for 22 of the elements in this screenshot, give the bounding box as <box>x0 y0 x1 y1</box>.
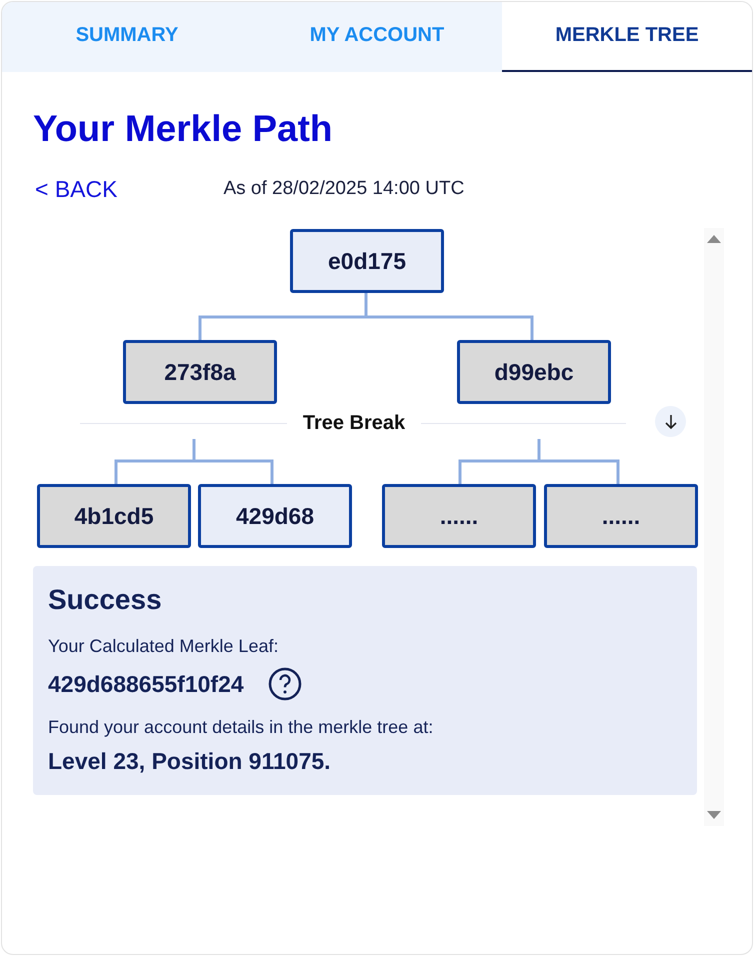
page-title: Your Merkle Path <box>33 108 334 150</box>
tree-node: ...... <box>382 484 536 548</box>
found-label: Found your account details in the merkle tree at: <box>48 717 434 738</box>
result-title: Success <box>48 584 163 616</box>
scrollbar[interactable] <box>704 228 724 826</box>
leaf-label: Your Calculated Merkle Leaf: <box>48 636 280 657</box>
down-arrow-icon <box>664 414 678 430</box>
scroll-down-button[interactable] <box>655 406 686 437</box>
help-icon[interactable] <box>268 667 302 701</box>
as-of-date: As of 28/02/2025 14:00 UTC <box>223 178 464 200</box>
leaf-value: 429d688655f10f24 <box>48 670 244 698</box>
tree-node: 4b1cd5 <box>37 484 191 548</box>
tree-node: 429d68 <box>198 484 352 548</box>
back-link[interactable]: < BACK <box>35 176 118 202</box>
scroll-down-icon[interactable] <box>707 811 721 820</box>
found-value: Level 23, Position 911075. <box>48 748 332 775</box>
scroll-up-icon[interactable] <box>707 234 721 243</box>
tree-node: ...... <box>544 484 698 548</box>
tree-node: d99ebc <box>457 340 611 404</box>
tree-node: 273f8a <box>123 340 277 404</box>
tab[interactable]: MERKLE TREE <box>502 2 752 72</box>
tree-node: e0d175 <box>290 229 444 293</box>
